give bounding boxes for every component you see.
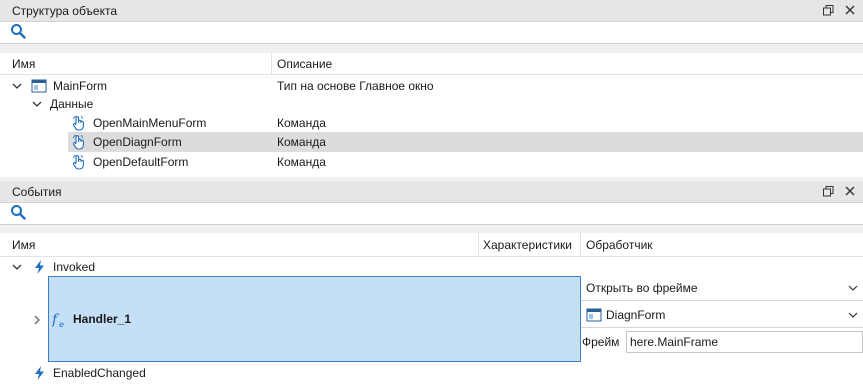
structure-panel-title: Структура объекта — [12, 3, 118, 18]
handler-form-value: DiagnForm — [606, 308, 666, 322]
column-header-characteristics[interactable]: Характеристики — [483, 233, 572, 257]
form-icon — [31, 78, 47, 94]
command-icon — [71, 115, 87, 131]
tree-row-data[interactable]: Данные — [0, 94, 863, 114]
events-panel-title: События — [12, 184, 62, 199]
handler-action-select[interactable]: Открыть во фрейме — [581, 275, 863, 301]
tree-item-label: Данные — [50, 97, 94, 111]
tree-item-label: MainForm — [53, 79, 108, 93]
structure-search-row[interactable] — [0, 22, 863, 44]
command-icon — [71, 154, 87, 170]
structure-grid-header: Имя Описание — [0, 53, 863, 75]
event-row-invoked[interactable]: Invoked — [0, 257, 863, 277]
lightning-icon — [32, 365, 48, 381]
tree-row-opendiagnform[interactable]: OpenDiagnForm Команда — [68, 132, 863, 152]
column-header-handler[interactable]: Обработчик — [586, 233, 653, 257]
handler-action-value: Открыть во фрейме — [586, 281, 698, 295]
column-header-name[interactable]: Имя — [12, 233, 35, 257]
close-icon[interactable] — [843, 3, 857, 17]
tree-row-opendefaultform[interactable]: OpenDefaultForm Команда — [0, 152, 863, 172]
function-icon: fe — [51, 311, 68, 329]
tree-item-description: Тип на основе Главное окно — [277, 79, 434, 93]
event-label: EnabledChanged — [53, 366, 146, 380]
column-header-description[interactable]: Описание — [277, 53, 332, 75]
search-icon[interactable] — [10, 23, 26, 42]
frame-field-row: Фрейм here.MainFrame — [581, 329, 863, 355]
column-header-name[interactable]: Имя — [12, 53, 35, 75]
events-panel-header: События — [0, 181, 863, 203]
svg-text:e: e — [59, 320, 64, 329]
frame-label: Фрейм — [582, 335, 620, 349]
tree-item-description: Команда — [277, 116, 326, 130]
handler-row-selected[interactable]: fe Handler_1 — [48, 276, 581, 362]
lightning-icon — [32, 259, 48, 275]
event-row-enabledchanged[interactable]: EnabledChanged — [0, 363, 863, 383]
chevron-down-icon[interactable] — [847, 302, 859, 328]
tree-item-description: Команда — [277, 155, 326, 169]
restore-icon[interactable] — [821, 3, 835, 17]
events-search-row[interactable] — [0, 203, 863, 225]
chevron-down-icon[interactable] — [31, 94, 43, 114]
chevron-right-icon[interactable] — [31, 310, 43, 330]
search-icon[interactable] — [10, 204, 26, 223]
tree-item-label: OpenMainMenuForm — [93, 116, 207, 130]
tree-row-mainform[interactable]: MainForm Тип на основе Главное окно — [0, 76, 863, 96]
structure-panel-header: Структура объекта — [0, 0, 863, 22]
tree-item-label: OpenDefaultForm — [93, 155, 189, 169]
event-label: Invoked — [53, 260, 96, 274]
tree-item-label: OpenDiagnForm — [93, 135, 182, 149]
handler-name: Handler_1 — [73, 312, 132, 326]
handler-form-select[interactable]: DiagnForm — [581, 302, 863, 328]
restore-icon[interactable] — [821, 184, 835, 198]
frame-input[interactable]: here.MainFrame — [626, 331, 863, 353]
structure-tree: MainForm Тип на основе Главное окно Данн… — [0, 75, 863, 177]
tree-item-description: Команда — [277, 135, 326, 149]
close-icon[interactable] — [843, 184, 857, 198]
chevron-down-icon[interactable] — [11, 76, 23, 96]
command-icon — [71, 134, 87, 150]
chevron-down-icon[interactable] — [847, 275, 859, 301]
chevron-down-icon[interactable] — [11, 257, 23, 277]
tree-row-openmainmenuform[interactable]: OpenMainMenuForm Команда — [0, 113, 863, 133]
events-grid-header: Имя Характеристики Обработчик — [0, 233, 863, 257]
form-icon — [586, 307, 602, 323]
